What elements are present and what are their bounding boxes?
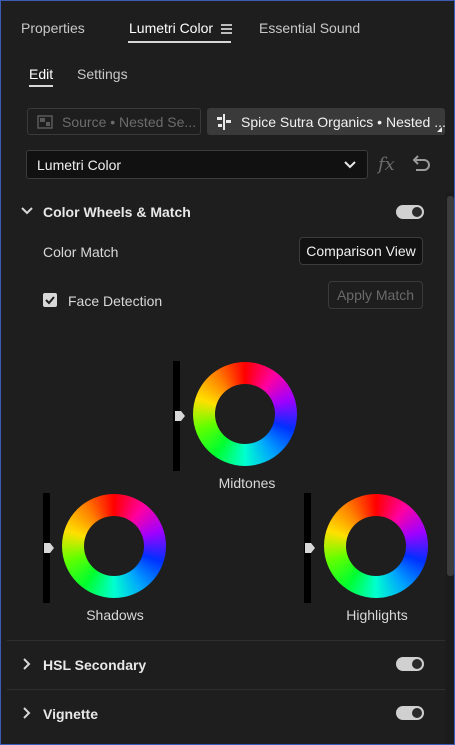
hsl-secondary-toggle[interactable] — [396, 657, 424, 671]
comparison-view-label: Comparison View — [306, 243, 416, 259]
highlights-label: Highlights — [346, 607, 408, 623]
dropdown-corner-icon — [437, 127, 442, 132]
effect-controls-area: Color Wheels & Match Color Match Compari… — [7, 192, 445, 744]
scrollbar[interactable] — [446, 192, 454, 744]
active-tab-indicator — [128, 41, 231, 43]
lumetri-color-panel: Properties Lumetri Color Essential Sound… — [0, 0, 455, 745]
color-match-label: Color Match — [43, 244, 119, 260]
panel-menu-icon[interactable] — [221, 24, 232, 36]
effect-select-value: Lumetri Color — [37, 156, 122, 173]
color-wheels-toggle[interactable] — [396, 205, 424, 219]
face-detection-label: Face Detection — [68, 293, 163, 309]
scrollbar-thumb[interactable] — [447, 196, 454, 576]
chevron-right-icon[interactable] — [22, 658, 32, 670]
section-title-hsl-secondary[interactable]: HSL Secondary — [43, 657, 146, 673]
vignette-toggle[interactable] — [396, 706, 424, 720]
section-divider — [7, 640, 445, 641]
tab-properties[interactable]: Properties — [21, 20, 85, 36]
section-title-color-wheels[interactable]: Color Wheels & Match — [43, 204, 191, 220]
sequence-clip-label: Spice Sutra Organics • Nested ... — [241, 113, 445, 130]
checkmark-icon — [45, 296, 55, 305]
subtab-settings[interactable]: Settings — [77, 66, 128, 82]
comparison-view-button[interactable]: Comparison View — [299, 237, 423, 265]
shadows-slider-handle[interactable] — [44, 543, 54, 553]
section-divider — [7, 689, 445, 690]
midtones-color-wheel[interactable] — [193, 362, 297, 466]
effect-select[interactable]: Lumetri Color — [26, 150, 368, 179]
chevron-right-icon[interactable] — [22, 707, 32, 719]
face-detection-checkbox[interactable] — [43, 293, 57, 307]
midtones-label: Midtones — [218, 475, 276, 491]
apply-match-label: Apply Match — [336, 287, 415, 303]
shadows-label: Shadows — [86, 607, 144, 623]
source-clip-icon — [37, 114, 53, 129]
chevron-down-icon[interactable] — [21, 206, 33, 216]
midtones-slider-handle[interactable] — [175, 411, 185, 421]
source-clip-button[interactable]: Source • Nested Se... — [27, 108, 201, 135]
fx-icon[interactable]: fx — [378, 154, 395, 175]
tab-essential-sound[interactable]: Essential Sound — [259, 20, 360, 36]
reset-icon[interactable] — [410, 154, 432, 172]
highlights-color-wheel[interactable] — [324, 494, 428, 598]
active-subtab-indicator — [29, 85, 53, 87]
highlights-slider-handle[interactable] — [305, 543, 315, 553]
chevron-down-icon — [344, 161, 356, 169]
shadows-color-wheel[interactable] — [62, 494, 166, 598]
subtab-edit[interactable]: Edit — [29, 66, 53, 82]
source-clip-label: Source • Nested Se... — [62, 113, 197, 130]
tab-lumetri-color[interactable]: Lumetri Color — [129, 20, 213, 36]
sequence-clip-button[interactable]: Spice Sutra Organics • Nested ... — [207, 108, 445, 135]
section-title-vignette[interactable]: Vignette — [43, 706, 98, 722]
apply-match-button[interactable]: Apply Match — [328, 281, 423, 309]
sequence-icon — [217, 113, 231, 130]
